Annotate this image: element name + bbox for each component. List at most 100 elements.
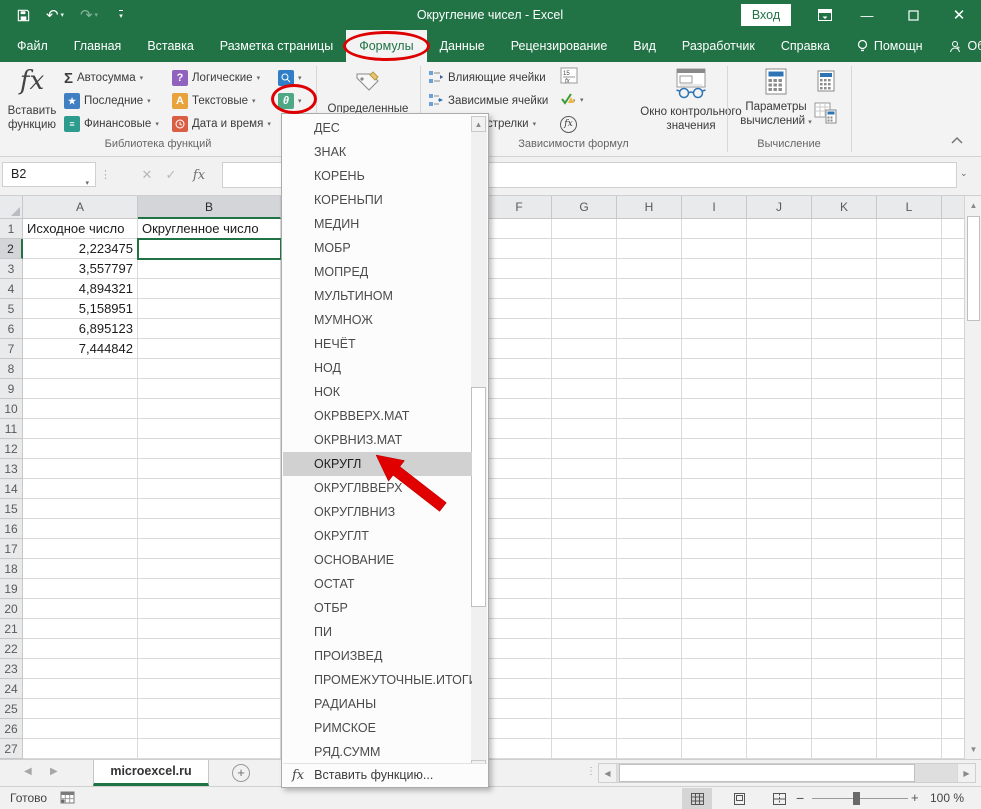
cell-H4[interactable] (617, 279, 682, 299)
horizontal-scroll-thumb[interactable] (619, 764, 915, 782)
cell-K23[interactable] (812, 659, 877, 679)
cell-H3[interactable] (617, 259, 682, 279)
cell-B1[interactable]: Округленное число (138, 219, 281, 239)
cell-M27[interactable] (942, 739, 964, 759)
cell-K19[interactable] (812, 579, 877, 599)
insert-function-menu-item[interactable]: fx Вставить функцию... (283, 763, 487, 786)
cell-G21[interactable] (552, 619, 617, 639)
cell-F24[interactable] (487, 679, 552, 699)
cell-B3[interactable] (138, 259, 281, 279)
name-box[interactable]: B2 ▾ (2, 162, 96, 187)
zoom-out-icon[interactable]: − (796, 790, 804, 806)
cell-L9[interactable] (877, 379, 942, 399)
cell-G9[interactable] (552, 379, 617, 399)
cell-F10[interactable] (487, 399, 552, 419)
cell-I19[interactable] (682, 579, 747, 599)
cell-G18[interactable] (552, 559, 617, 579)
cell-K14[interactable] (812, 479, 877, 499)
scroll-left-icon[interactable]: ◀ (599, 764, 617, 782)
evaluate-formula-button[interactable]: fx (560, 113, 577, 135)
tab-Файл[interactable]: Файл (4, 30, 61, 62)
cell-J3[interactable] (747, 259, 812, 279)
cell-A15[interactable] (23, 499, 138, 519)
cell-B23[interactable] (138, 659, 281, 679)
cell-L6[interactable] (877, 319, 942, 339)
cell-F20[interactable] (487, 599, 552, 619)
cell-B27[interactable] (138, 739, 281, 759)
cell-H25[interactable] (617, 699, 682, 719)
column-header-H[interactable]: H (617, 196, 682, 219)
tab-Формулы[interactable]: Формулы (346, 30, 426, 62)
cell-K12[interactable] (812, 439, 877, 459)
row-header-11[interactable]: 11 (0, 419, 23, 439)
cell-B26[interactable] (138, 719, 281, 739)
cell-F14[interactable] (487, 479, 552, 499)
cell-G14[interactable] (552, 479, 617, 499)
cell-M8[interactable] (942, 359, 964, 379)
cell-I25[interactable] (682, 699, 747, 719)
cell-I18[interactable] (682, 559, 747, 579)
cell-J2[interactable] (747, 239, 812, 259)
column-header-G[interactable]: G (552, 196, 617, 219)
cell-L1[interactable] (877, 219, 942, 239)
cell-A1[interactable]: Исходное число (23, 219, 138, 239)
calculate-now-button[interactable] (816, 70, 836, 95)
cell-H22[interactable] (617, 639, 682, 659)
cell-M1[interactable] (942, 219, 964, 239)
menu-item-КОРЕНЬ[interactable]: КОРЕНЬ (283, 164, 472, 188)
menu-item-ПИ[interactable]: ПИ (283, 620, 472, 644)
menu-item-НОК[interactable]: НОК (283, 380, 472, 404)
cell-J17[interactable] (747, 539, 812, 559)
menu-item-ОКРВВЕРХ.МАТ[interactable]: ОКРВВЕРХ.МАТ (283, 404, 472, 428)
cell-B6[interactable] (138, 319, 281, 339)
row-header-13[interactable]: 13 (0, 459, 23, 479)
cell-K6[interactable] (812, 319, 877, 339)
row-header-4[interactable]: 4 (0, 279, 23, 299)
cell-G10[interactable] (552, 399, 617, 419)
cell-F11[interactable] (487, 419, 552, 439)
cell-A2[interactable]: 2,223475 (23, 239, 138, 259)
menu-item-ОКРУГЛВНИЗ[interactable]: ОКРУГЛВНИЗ (283, 500, 472, 524)
close-button[interactable]: ✕ (942, 0, 976, 30)
row-header-18[interactable]: 18 (0, 559, 23, 579)
row-header-27[interactable]: 27 (0, 739, 23, 759)
row-header-20[interactable]: 20 (0, 599, 23, 619)
math-trig-functions-button[interactable]: θ▾ (278, 90, 302, 112)
cell-K18[interactable] (812, 559, 877, 579)
cell-M11[interactable] (942, 419, 964, 439)
confirm-entry-button[interactable]: ✓ (160, 164, 182, 186)
sheet-next-icon[interactable]: ▶ (50, 766, 58, 777)
cell-F3[interactable] (487, 259, 552, 279)
cell-G2[interactable] (552, 239, 617, 259)
cell-G23[interactable] (552, 659, 617, 679)
cell-I1[interactable] (682, 219, 747, 239)
menu-item-МЕДИН[interactable]: МЕДИН (283, 212, 472, 236)
cell-I16[interactable] (682, 519, 747, 539)
cell-H12[interactable] (617, 439, 682, 459)
cell-A3[interactable]: 3,557797 (23, 259, 138, 279)
cell-I9[interactable] (682, 379, 747, 399)
menu-item-МОБР[interactable]: МОБР (283, 236, 472, 260)
cell-J6[interactable] (747, 319, 812, 339)
row-header-9[interactable]: 9 (0, 379, 23, 399)
cell-H10[interactable] (617, 399, 682, 419)
column-header-B[interactable]: B (138, 196, 281, 219)
cell-I2[interactable] (682, 239, 747, 259)
cell-G17[interactable] (552, 539, 617, 559)
cell-I8[interactable] (682, 359, 747, 379)
autosum-button[interactable]: Σ Автосумма▾ (64, 67, 143, 89)
cell-M17[interactable] (942, 539, 964, 559)
cell-G11[interactable] (552, 419, 617, 439)
cell-H6[interactable] (617, 319, 682, 339)
cell-M18[interactable] (942, 559, 964, 579)
cell-H2[interactable] (617, 239, 682, 259)
cell-H7[interactable] (617, 339, 682, 359)
tab-Разметка страницы[interactable]: Разметка страницы (207, 30, 346, 62)
cell-I11[interactable] (682, 419, 747, 439)
menu-item-КОРЕНЬПИ[interactable]: КОРЕНЬПИ (283, 188, 472, 212)
cell-G4[interactable] (552, 279, 617, 299)
tab-Вставка[interactable]: Вставка (134, 30, 206, 62)
cell-J24[interactable] (747, 679, 812, 699)
column-header-L[interactable]: L (877, 196, 942, 219)
cell-K4[interactable] (812, 279, 877, 299)
